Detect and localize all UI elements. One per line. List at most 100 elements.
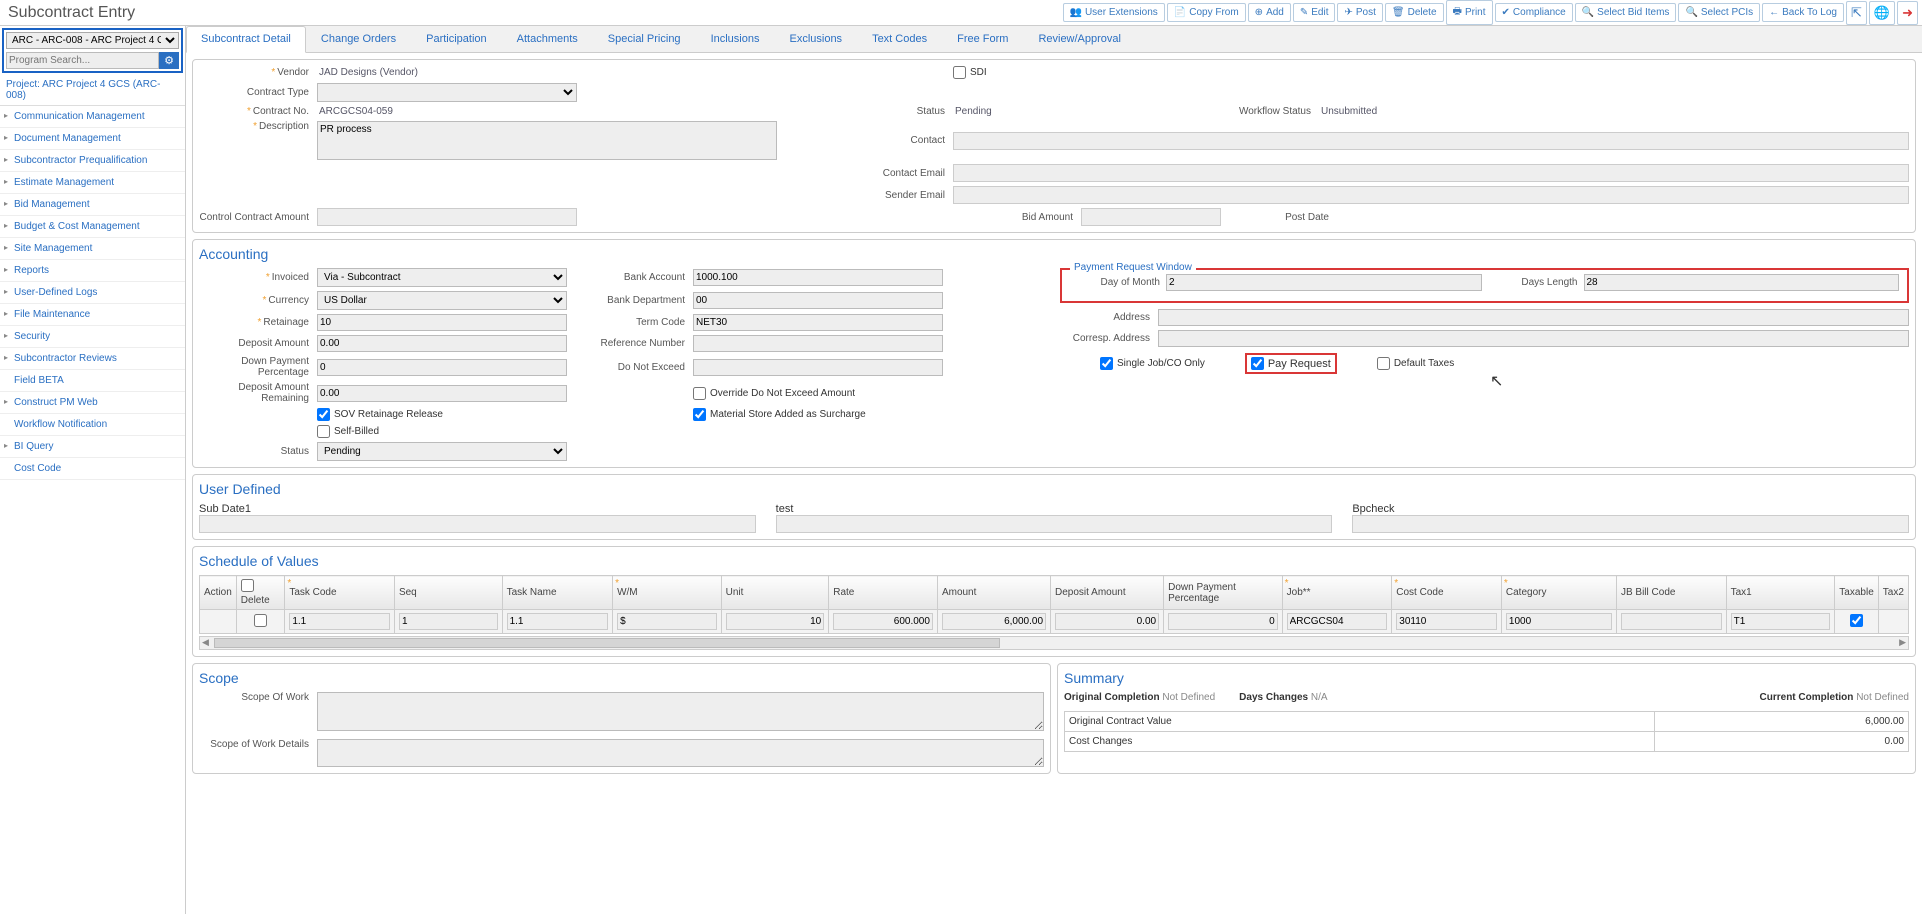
- dne-input[interactable]: [693, 359, 943, 376]
- tab-text-codes[interactable]: Text Codes: [857, 26, 942, 52]
- sov-taxable[interactable]: [1839, 614, 1873, 627]
- nav-bi-query[interactable]: BI Query: [0, 436, 185, 458]
- nav-site[interactable]: Site Management: [0, 238, 185, 260]
- sov-h-amount[interactable]: Amount: [937, 576, 1050, 610]
- sov-job[interactable]: [1287, 613, 1388, 630]
- tab-attachments[interactable]: Attachments: [502, 26, 593, 52]
- sov-h-taskcode[interactable]: *Task Code: [285, 576, 395, 610]
- sov-h-jbbill[interactable]: JB Bill Code: [1616, 576, 1726, 610]
- sov-depositamt[interactable]: [1055, 613, 1159, 630]
- sov-scrollbar[interactable]: [199, 636, 1909, 650]
- nav-workflow-notification[interactable]: Workflow Notification: [0, 414, 185, 436]
- exit-button[interactable]: ➜: [1897, 1, 1918, 25]
- select-bid-button[interactable]: 🔍Select Bid Items: [1575, 3, 1677, 22]
- sov-h-category[interactable]: *Category: [1501, 576, 1616, 610]
- material-store-checkbox[interactable]: [693, 408, 706, 421]
- currency-select[interactable]: US Dollar: [317, 291, 567, 310]
- day-of-month-input[interactable]: [1166, 274, 1482, 291]
- sov-taskname[interactable]: [507, 613, 609, 630]
- bank-account-input[interactable]: [693, 269, 943, 286]
- copy-from-button[interactable]: 📄Copy From: [1167, 3, 1246, 22]
- control-amount-input[interactable]: [317, 208, 577, 226]
- down-pct-input[interactable]: [317, 359, 567, 376]
- sov-unit[interactable]: [726, 613, 825, 630]
- sov-h-wm[interactable]: *W/M: [613, 576, 722, 610]
- sov-h-rate[interactable]: Rate: [829, 576, 938, 610]
- self-billed-checkbox[interactable]: [317, 425, 330, 438]
- ud-input-2[interactable]: [776, 515, 1333, 533]
- nav-reports[interactable]: Reports: [0, 260, 185, 282]
- sov-seq[interactable]: [399, 613, 498, 630]
- sender-email-input[interactable]: [953, 186, 1909, 204]
- program-search-input[interactable]: [6, 52, 159, 69]
- nav-bid[interactable]: Bid Management: [0, 194, 185, 216]
- sov-h-job[interactable]: *Job**: [1282, 576, 1392, 610]
- tab-inclusions[interactable]: Inclusions: [696, 26, 775, 52]
- nav-user-defined-logs[interactable]: User-Defined Logs: [0, 282, 185, 304]
- nav-subcontractor-prequal[interactable]: Subcontractor Prequalification: [0, 150, 185, 172]
- sov-h-costcode[interactable]: *Cost Code: [1392, 576, 1502, 610]
- sov-costcode[interactable]: [1396, 613, 1497, 630]
- sov-amount[interactable]: [942, 613, 1046, 630]
- delete-button[interactable]: 🗑Delete: [1385, 3, 1444, 22]
- address-input[interactable]: [1158, 309, 1909, 326]
- contract-type-select[interactable]: [317, 83, 577, 102]
- nav-budget[interactable]: Budget & Cost Management: [0, 216, 185, 238]
- sov-tax1[interactable]: [1731, 613, 1831, 630]
- print-button[interactable]: 🖶Print: [1446, 0, 1493, 25]
- nav-subcontractor-reviews[interactable]: Subcontractor Reviews: [0, 348, 185, 370]
- description-textarea[interactable]: PR process: [317, 121, 777, 160]
- sov-taskcode[interactable]: [289, 613, 390, 630]
- invoiced-select[interactable]: Via - Subcontract: [317, 268, 567, 287]
- edit-button[interactable]: ✎Edit: [1293, 3, 1336, 22]
- back-to-log-button[interactable]: ←Back To Log: [1762, 3, 1844, 22]
- sov-row-delete[interactable]: [241, 614, 281, 627]
- contact-input[interactable]: [953, 132, 1909, 150]
- nav-document[interactable]: Document Management: [0, 128, 185, 150]
- sov-retainage-checkbox[interactable]: [317, 408, 330, 421]
- nav-cost-code[interactable]: Cost Code: [0, 458, 185, 480]
- external-link-button[interactable]: ⇱: [1846, 1, 1867, 25]
- sov-h-taxable[interactable]: Taxable: [1835, 576, 1878, 610]
- sov-h-tax1[interactable]: Tax1: [1726, 576, 1835, 610]
- tab-review-approval[interactable]: Review/Approval: [1023, 26, 1136, 52]
- sov-downpct[interactable]: [1168, 613, 1278, 630]
- nav-security[interactable]: Security: [0, 326, 185, 348]
- contact-email-input[interactable]: [953, 164, 1909, 182]
- post-button[interactable]: ✈Post: [1337, 3, 1382, 22]
- sov-rate[interactable]: [833, 613, 933, 630]
- nav-communication[interactable]: Communication Management: [0, 106, 185, 128]
- term-code-input[interactable]: [693, 314, 943, 331]
- tab-change-orders[interactable]: Change Orders: [306, 26, 411, 52]
- pay-request-checkbox[interactable]: [1251, 357, 1264, 370]
- tab-subcontract-detail[interactable]: Subcontract Detail: [186, 26, 306, 53]
- nav-field-beta[interactable]: Field BETA: [0, 370, 185, 392]
- tab-exclusions[interactable]: Exclusions: [774, 26, 857, 52]
- retainage-input[interactable]: [317, 314, 567, 331]
- sov-jbbill[interactable]: [1621, 613, 1722, 630]
- add-button[interactable]: ⊕Add: [1248, 3, 1291, 22]
- deposit-amount-input[interactable]: [317, 335, 567, 352]
- corresp-address-input[interactable]: [1158, 330, 1909, 347]
- scope-details-textarea[interactable]: [317, 739, 1044, 767]
- reference-number-input[interactable]: [693, 335, 943, 352]
- sov-wm[interactable]: [617, 613, 717, 630]
- acc-status-select[interactable]: Pending: [317, 442, 567, 461]
- ud-input-1[interactable]: [199, 515, 756, 533]
- sdi-checkbox[interactable]: [953, 66, 966, 79]
- globe-button[interactable]: 🌐: [1869, 1, 1895, 25]
- sov-h-taskname[interactable]: Task Name: [502, 576, 613, 610]
- sov-h-downpct[interactable]: Down Payment Percentage: [1164, 576, 1283, 610]
- days-length-input[interactable]: [1584, 274, 1900, 291]
- sov-h-delete[interactable]: Delete: [236, 576, 285, 610]
- default-taxes-checkbox[interactable]: [1377, 357, 1390, 370]
- nav-estimate[interactable]: Estimate Management: [0, 172, 185, 194]
- single-job-checkbox[interactable]: [1100, 357, 1113, 370]
- deposit-remaining-input[interactable]: [317, 385, 567, 402]
- select-pcis-button[interactable]: 🔍Select PCIs: [1678, 3, 1760, 22]
- sov-h-seq[interactable]: Seq: [394, 576, 502, 610]
- tab-free-form[interactable]: Free Form: [942, 26, 1023, 52]
- scope-of-work-textarea[interactable]: [317, 692, 1044, 731]
- nav-construct-pm-web[interactable]: Construct PM Web: [0, 392, 185, 414]
- tab-participation[interactable]: Participation: [411, 26, 502, 52]
